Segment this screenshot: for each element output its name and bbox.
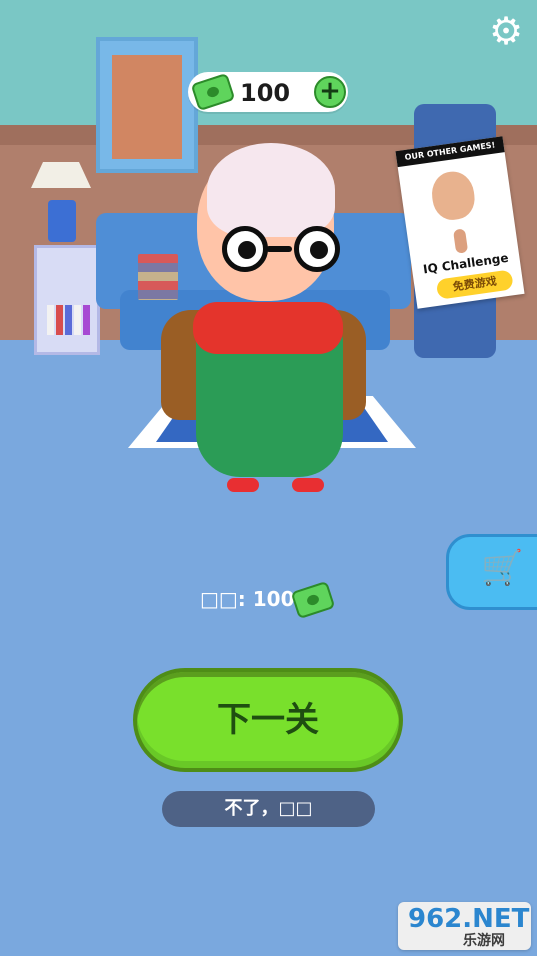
finger-icon bbox=[452, 228, 469, 254]
book bbox=[74, 305, 81, 335]
add-currency-button[interactable]: + bbox=[314, 76, 346, 108]
granny-hair bbox=[207, 143, 335, 237]
reward-row: □□: 100 bbox=[200, 580, 340, 620]
nose-icon bbox=[429, 168, 478, 223]
book bbox=[56, 305, 63, 335]
bookshelf bbox=[34, 245, 100, 355]
currency-counter: 100 + bbox=[188, 72, 348, 112]
glasses-bridge bbox=[266, 246, 292, 252]
cash-icon bbox=[190, 72, 236, 112]
next-level-label: 下一关 bbox=[217, 700, 319, 740]
book bbox=[65, 305, 72, 335]
left-shoe bbox=[227, 478, 259, 492]
painting-picture bbox=[112, 55, 182, 159]
site-watermark: 962.NET 乐游网 bbox=[398, 902, 531, 950]
granny-glasses bbox=[222, 226, 340, 276]
book bbox=[47, 305, 54, 335]
promo-free-game-button[interactable]: 免费游戏 bbox=[435, 269, 514, 300]
granny-scarf bbox=[193, 302, 343, 354]
cash-icon bbox=[290, 580, 336, 620]
book-stack bbox=[138, 254, 178, 300]
skip-button[interactable]: 不了，□□ bbox=[162, 791, 375, 827]
gear-icon[interactable]: ⚙ bbox=[487, 12, 525, 50]
book bbox=[83, 305, 90, 335]
currency-amount: 100 bbox=[240, 79, 291, 107]
glasses-left-lens bbox=[222, 226, 268, 272]
lamp-base bbox=[48, 200, 76, 242]
game-scene: OUR OTHER GAMES! IQ Challenge 免费游戏 100 +… bbox=[0, 0, 537, 956]
shop-button[interactable]: 🛒 bbox=[446, 534, 537, 610]
skip-label: 不了，□□ bbox=[224, 798, 313, 819]
reward-label: □□: 100 bbox=[200, 587, 295, 611]
promo-card[interactable]: OUR OTHER GAMES! IQ Challenge 免费游戏 bbox=[395, 136, 525, 309]
watermark-sub: 乐游网 bbox=[463, 933, 505, 949]
right-shoe bbox=[292, 478, 324, 492]
next-level-button[interactable]: 下一关 bbox=[133, 668, 403, 772]
family-painting bbox=[96, 37, 198, 173]
shopping-cart-icon: 🛒 bbox=[481, 548, 524, 588]
glasses-right-lens bbox=[294, 226, 340, 272]
watermark-prefix: 962 bbox=[408, 904, 463, 934]
